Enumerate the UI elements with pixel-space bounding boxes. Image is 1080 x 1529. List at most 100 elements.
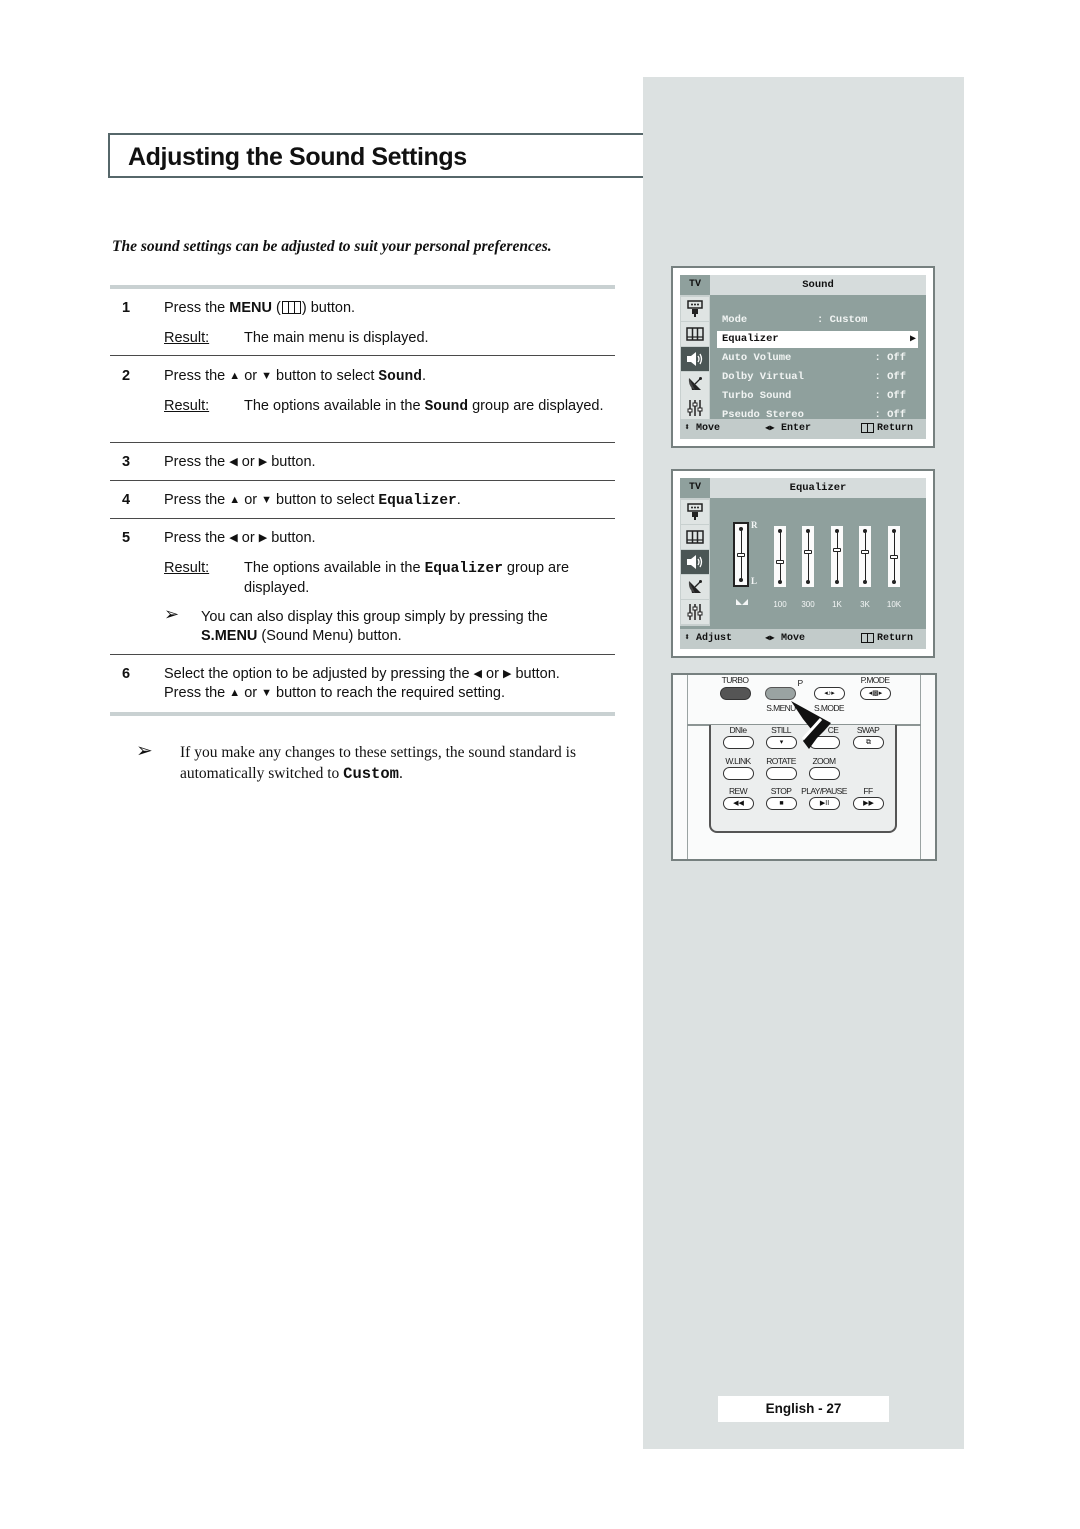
step-number: 6 xyxy=(122,666,131,682)
rew-button[interactable]: ◀◀ xyxy=(723,797,754,810)
result-text: The main menu is displayed. xyxy=(244,330,429,346)
pointer-arrow-icon xyxy=(791,701,831,749)
left-arrow-icon: ◀ xyxy=(473,668,483,680)
smode-button[interactable]: ◂♪▸ xyxy=(814,687,845,700)
step-1: 1 Press the MENU () button. Result: The … xyxy=(110,299,615,349)
slider-knob[interactable] xyxy=(833,547,841,552)
menu-item-turbo-sound[interactable]: Turbo Sound : Off xyxy=(717,388,918,405)
result-label: Result: xyxy=(164,398,210,414)
ff-button[interactable]: ▶▶ xyxy=(853,797,884,810)
band-slider-10k[interactable] xyxy=(888,526,900,587)
down-arrow-icon: ▼ xyxy=(261,370,273,382)
menu-item-dolby-virtual[interactable]: Dolby Virtual : Off xyxy=(717,369,918,386)
step-divider xyxy=(110,654,615,655)
osd-footer: ⬍ Adjust ◀▶ Move Return xyxy=(680,629,926,649)
slider-knob[interactable] xyxy=(890,554,898,559)
menu-icon xyxy=(861,423,875,433)
slider-knob[interactable] xyxy=(804,549,812,554)
osd-icon-bar xyxy=(680,498,710,626)
picture-icon xyxy=(681,322,709,346)
rotate-button[interactable] xyxy=(766,767,797,780)
turbo-label: TURBO xyxy=(721,675,749,685)
left-arrow-icon: ◀ xyxy=(229,456,238,468)
balance-icon xyxy=(736,599,748,605)
step-instruction: Select the option to be adjusted by pres… xyxy=(164,666,560,701)
balance-label-right: R xyxy=(751,520,758,530)
step-divider xyxy=(110,518,615,519)
band-label: 3K xyxy=(860,600,870,609)
step-instruction: Press the ◀ or ▶ button. xyxy=(164,530,316,546)
menu-icon xyxy=(281,301,301,314)
slider-knob[interactable] xyxy=(737,552,745,557)
footer-return: Return xyxy=(877,633,914,644)
band-slider-3k[interactable] xyxy=(859,526,871,587)
band-slider-300[interactable] xyxy=(802,526,814,587)
slider-knob[interactable] xyxy=(861,549,869,554)
remote-label: FF xyxy=(863,786,873,796)
step-instruction: Press the ▲ or ▼ button to select Sound. xyxy=(164,368,426,385)
right-arrow-icon: ▶ xyxy=(909,334,916,345)
page-subtitle: The sound settings can be adjusted to su… xyxy=(112,238,552,255)
slider-knob[interactable] xyxy=(776,560,784,565)
menu-item-equalizer[interactable]: Equalizer ▶ xyxy=(717,331,918,348)
tv-label: TV xyxy=(680,478,710,498)
balance-slider[interactable] xyxy=(733,522,749,587)
turbo-button[interactable] xyxy=(720,687,751,700)
sound-menu-screenshot: TV Sound Mode : Custom Equalizer ▶ Auto … xyxy=(671,266,935,448)
final-note-text: If you make any changes to these setting… xyxy=(180,744,577,783)
band-label: 100 xyxy=(773,600,787,609)
sound-icon xyxy=(681,347,709,371)
up-arrow-icon: ▲ xyxy=(229,687,241,699)
menu-item-mode[interactable]: Mode : Custom xyxy=(717,312,918,329)
play-pause-button[interactable]: ▶II xyxy=(809,797,840,810)
down-arrow-icon: ▼ xyxy=(261,687,273,699)
sound-osd: TV Sound Mode : Custom Equalizer ▶ Auto … xyxy=(680,275,926,439)
swap-button[interactable]: ⧉ xyxy=(853,736,884,749)
step-number: 3 xyxy=(122,454,131,470)
result-label: Result: xyxy=(164,330,210,346)
menu-item-auto-volume[interactable]: Auto Volume : Off xyxy=(717,350,918,367)
stop-button[interactable]: ■ xyxy=(766,797,797,810)
updown-icon: ⬍ xyxy=(684,633,691,644)
leftright-icon: ◀▶ xyxy=(765,424,775,433)
footer-adjust: Adjust xyxy=(696,633,733,644)
remote-control-illustration: TURBO P P.MODE ◂♪▸ ◂▩▸ S.MENU S.MODE DNI… xyxy=(671,673,937,861)
band-slider-100[interactable] xyxy=(774,526,786,587)
step-2: 2 Press the ▲ or ▼ button to select Soun… xyxy=(110,367,615,437)
step-note: You can also display this group simply b… xyxy=(201,609,548,644)
picture-icon xyxy=(681,525,709,549)
dnie-button[interactable] xyxy=(723,736,754,749)
step-instruction: Press the ▲ or ▼ button to select Equali… xyxy=(164,492,461,509)
step-number: 2 xyxy=(122,368,131,384)
channel-icon xyxy=(681,372,709,396)
steps-bottom-rule xyxy=(110,712,615,716)
equalizer-osd: TV Equalizer R L 100 300 1K 3K 10K ⬍ Adj… xyxy=(680,478,926,649)
step-divider xyxy=(110,442,615,443)
right-arrow-icon: ▶ xyxy=(258,456,268,468)
channel-icon xyxy=(681,575,709,599)
step-number: 1 xyxy=(122,300,131,316)
step-instruction: Press the MENU () button. xyxy=(164,300,356,316)
footer-return: Return xyxy=(877,423,914,434)
osd-footer: ⬍ Move ◀▶ Enter Return xyxy=(680,419,926,439)
page-title: Adjusting the Sound Settings xyxy=(128,143,467,171)
sound-icon xyxy=(681,550,709,574)
step-6: 6 Select the option to be adjusted by pr… xyxy=(110,665,615,709)
balance-label-left: L xyxy=(751,576,758,586)
p-label: P xyxy=(797,678,803,688)
result-text: The options available in the Sound group… xyxy=(244,398,604,415)
osd-title: Equalizer xyxy=(789,482,847,494)
zoom-button[interactable] xyxy=(809,767,840,780)
step-instruction: Press the ◀ or ▶ button. xyxy=(164,454,316,470)
input-icon xyxy=(681,297,709,321)
osd-icon-bar xyxy=(680,295,710,421)
band-label: 300 xyxy=(801,600,815,609)
wlink-button[interactable] xyxy=(723,767,754,780)
band-slider-1k[interactable] xyxy=(831,526,843,587)
remote-label: ZOOM xyxy=(812,756,836,766)
band-label: 1K xyxy=(832,600,842,609)
smenu-button[interactable] xyxy=(765,687,796,700)
pmode-button[interactable]: ◂▩▸ xyxy=(860,687,891,700)
step-3: 3 Press the ◀ or ▶ button. xyxy=(110,453,615,475)
result-label: Result: xyxy=(164,560,210,576)
